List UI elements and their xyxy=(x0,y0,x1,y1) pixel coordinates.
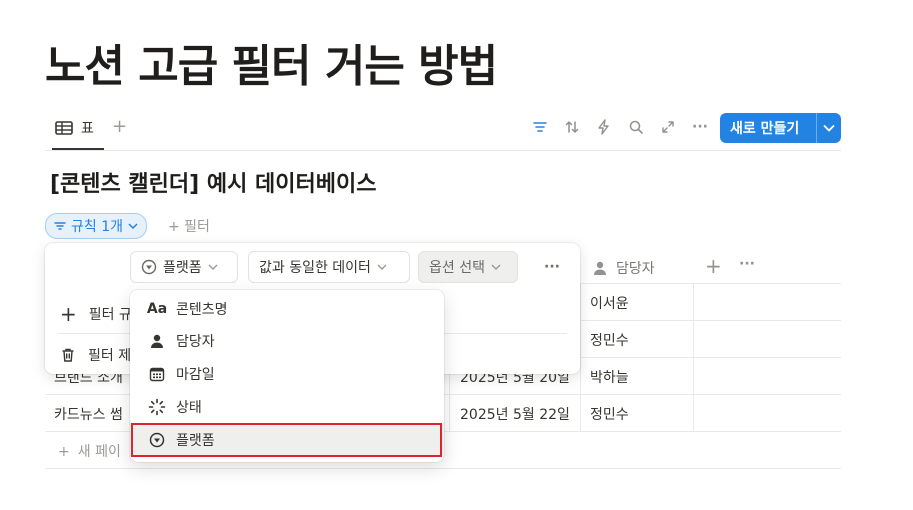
table-col-divider xyxy=(580,283,581,431)
table-cell-date[interactable]: 2025년 5월 22일 xyxy=(460,404,570,424)
plus-icon: + xyxy=(58,444,70,460)
delete-filter-button[interactable]: 필터 제 xyxy=(60,345,131,365)
condition-select-label: 값과 동일한 데이터 xyxy=(259,260,371,276)
add-filter-button[interactable]: + 필터 xyxy=(168,216,210,236)
new-page-label: 새 페이 xyxy=(77,444,121,460)
table-row-divider xyxy=(45,468,841,469)
dropdown-item-label: 담당자 xyxy=(176,333,215,350)
add-view-icon[interactable]: + xyxy=(112,116,127,137)
property-select-label: 플랫폼 xyxy=(163,260,202,276)
new-button[interactable]: 새로 만들기 xyxy=(720,113,841,143)
table-cell-name[interactable]: 카드뉴스 썸 xyxy=(54,404,123,424)
sort-icon[interactable] xyxy=(562,117,582,137)
new-button-label: 새로 만들기 xyxy=(730,121,800,137)
dropdown-item-label: 콘텐츠명 xyxy=(176,301,228,318)
more-icon[interactable]: ··· xyxy=(544,259,560,275)
tab-table-view[interactable]: 표 xyxy=(55,118,94,138)
rule-pill[interactable]: 규칙 1개 xyxy=(45,213,147,239)
header-assignee[interactable]: 담당자 xyxy=(592,254,655,282)
option-select-label: 옵션 선택 xyxy=(429,260,485,276)
filter-icon xyxy=(54,222,66,230)
table-cell-assignee[interactable]: 이서윤 xyxy=(590,293,629,313)
dropdown-item-due-date[interactable]: 마감일 xyxy=(130,357,444,390)
person-icon xyxy=(594,261,606,275)
delete-filter-label: 필터 제 xyxy=(88,348,132,364)
dropdown-item-label: 상태 xyxy=(176,399,202,416)
calendar-icon xyxy=(148,366,166,382)
add-property-icon[interactable]: + xyxy=(705,254,722,278)
status-icon xyxy=(148,398,166,416)
chevron-down-icon xyxy=(491,264,501,270)
table-cell-assignee[interactable]: 박하늘 xyxy=(590,367,629,387)
filter-icon[interactable] xyxy=(530,117,550,137)
chevron-down-icon xyxy=(128,223,138,229)
database-toolbar: ··· xyxy=(530,117,710,137)
tab-label: 표 xyxy=(81,121,94,137)
dropdown-item-status[interactable]: 상태 xyxy=(130,390,444,423)
more-icon[interactable]: ··· xyxy=(690,117,710,137)
text-aa-icon: Aa xyxy=(146,300,168,317)
add-rule-button[interactable]: + 필터 규 xyxy=(60,302,132,326)
highlight-box xyxy=(131,423,442,457)
chevron-down-icon[interactable] xyxy=(817,124,841,132)
tab-divider xyxy=(45,150,841,151)
expand-icon[interactable] xyxy=(658,117,678,137)
automation-icon[interactable] xyxy=(594,117,614,137)
dropdown-item-assignee[interactable]: 담당자 xyxy=(130,324,444,357)
database-title[interactable]: [콘텐츠 캘린더] 예시 데이터베이스 xyxy=(50,166,376,198)
search-icon[interactable] xyxy=(626,117,646,137)
chevron-down-icon xyxy=(208,264,218,270)
add-rule-label: 필터 규 xyxy=(88,307,132,323)
page-title: 노션 고급 필터 거는 방법 xyxy=(45,41,498,92)
chevron-down-icon xyxy=(377,264,387,270)
table-col-divider xyxy=(693,283,694,431)
person-icon xyxy=(148,333,166,349)
table-icon xyxy=(55,121,73,135)
dropdown-item-content-name[interactable]: Aa 콘텐츠명 xyxy=(130,292,444,325)
header-assignee-label: 담당자 xyxy=(616,261,655,277)
tab-active-indicator xyxy=(52,148,104,150)
select-circle-icon xyxy=(141,259,157,275)
trash-icon xyxy=(62,348,74,362)
table-cell-assignee[interactable]: 정민수 xyxy=(590,330,629,350)
new-page-row[interactable]: + 새 페이 xyxy=(58,441,121,461)
table-cell-assignee[interactable]: 정민수 xyxy=(590,404,629,424)
plus-icon: + xyxy=(60,302,77,326)
rule-pill-label: 규칙 1개 xyxy=(71,219,123,235)
option-select[interactable]: 옵션 선택 xyxy=(418,251,518,283)
more-icon[interactable]: ··· xyxy=(739,256,755,272)
property-select[interactable]: 플랫폼 xyxy=(130,251,238,283)
condition-select[interactable]: 값과 동일한 데이터 xyxy=(248,251,410,283)
dropdown-item-label: 마감일 xyxy=(176,366,215,383)
